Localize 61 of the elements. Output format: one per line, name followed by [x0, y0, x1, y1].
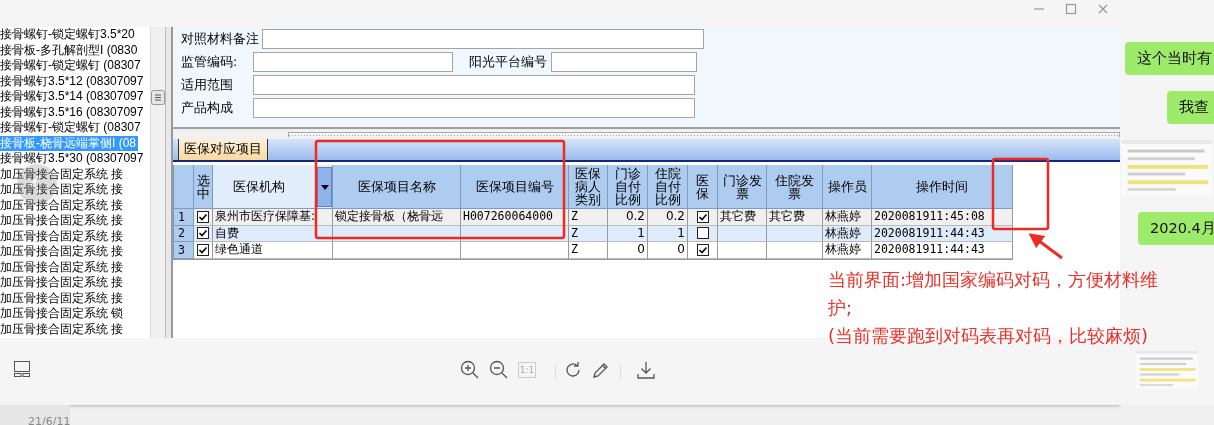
- list-item[interactable]: 加压骨接合固定系统 接: [0, 228, 126, 244]
- list-item[interactable]: 接骨螺钉3.5*12 (08307097: [0, 73, 146, 89]
- table-cell: 0: [608, 242, 648, 259]
- message-bubble[interactable]: 这个当时有: [1125, 42, 1214, 75]
- list-item[interactable]: 加压骨接合固定系统 接: [0, 259, 126, 275]
- column-title: 医保机构: [233, 180, 285, 193]
- table-cell: 2020081911:45:08: [872, 209, 1013, 226]
- list-item[interactable]: 加压骨接合固定系统 接: [0, 182, 126, 198]
- column-header[interactable]: 医保: [688, 165, 718, 209]
- field-label: 适用范围: [180, 76, 234, 94]
- column-header[interactable]: 操作员: [823, 165, 872, 209]
- table-cell: Z: [569, 209, 608, 226]
- table-cell: Z: [569, 242, 608, 259]
- column-header[interactable]: 操作时间: [872, 165, 1013, 209]
- list-item[interactable]: 加压骨接合固定系统 接: [0, 290, 126, 306]
- column-header[interactable]: 住院发票: [767, 165, 823, 209]
- column-header-background[interactable]: 医保机构: [213, 165, 333, 209]
- list-item[interactable]: 加压骨接合固定系统 接: [0, 244, 126, 260]
- list-item[interactable]: 加压骨接合固定系统 接: [0, 321, 126, 337]
- field-label: 监管编码:: [180, 53, 239, 71]
- message-bubble[interactable]: 我查: [1167, 91, 1214, 124]
- list-item[interactable]: 接骨螺钉3.5*30 (08307097: [0, 151, 146, 167]
- list-item[interactable]: 接骨螺钉3.5*16 (08307097: [0, 104, 146, 120]
- tab[interactable]: 医保对应项目: [178, 138, 268, 160]
- table-cell: 0.2: [648, 209, 688, 226]
- column-header[interactable]: 医保病人类别: [569, 165, 608, 209]
- column-header[interactable]: 医保项目名称: [333, 165, 461, 209]
- table-cell: 2020081911:44:43: [872, 242, 1013, 259]
- annotation-note: 当前界面:增加国家编码对码，方便材料维护;: [828, 268, 1160, 320]
- field-label: 产品构成: [180, 99, 234, 117]
- table-cell: 其它费: [767, 209, 823, 226]
- table-cell: 0.2: [608, 209, 648, 226]
- table-cell: 锁定接骨板（桡骨远: [333, 209, 461, 226]
- list-item[interactable]: 接骨螺钉-锁定螺钉3.5*20: [0, 27, 137, 43]
- annotation-note: (当前需要跑到对码表再对码，比较麻烦): [828, 324, 1149, 348]
- table-cell: 绿色通道: [213, 242, 333, 259]
- column-header[interactable]: 门诊发票: [718, 165, 767, 209]
- list-item[interactable]: 接骨螺钉3.5*14 (08307097: [0, 89, 146, 105]
- table-cell: 0: [648, 242, 688, 259]
- list-item[interactable]: 加压骨接合固定系统 接: [0, 166, 126, 182]
- message-bubble[interactable]: 2020.4月: [1138, 211, 1214, 245]
- column-header[interactable]: 医保项目编号: [461, 165, 569, 209]
- list-item[interactable]: 接骨螺钉-锁定螺钉 (08307: [0, 58, 143, 74]
- list-item[interactable]: 加压骨接合固定系统 接: [0, 275, 126, 291]
- row-number: 3: [174, 242, 194, 259]
- table-cell: H007260064000: [461, 209, 569, 226]
- row-number: 1: [174, 209, 194, 226]
- list-item[interactable]: 加压骨接合固定系统 接: [0, 197, 126, 213]
- table-cell: 其它费: [718, 209, 767, 226]
- list-item[interactable]: 加压骨接合固定系统 接: [0, 213, 126, 229]
- column-header[interactable]: 门诊自付比例: [608, 165, 648, 209]
- field-label: 阳光平台编号: [468, 53, 548, 71]
- field-label: 对照材料备注: [180, 30, 260, 48]
- list-item[interactable]: 接骨板-多孔解剖型I (0830: [0, 42, 140, 58]
- table-cell: 林燕婷: [823, 242, 872, 259]
- table-cell: 林燕婷: [823, 209, 872, 226]
- table-cell: 泉州市医疗保障基:: [213, 209, 333, 226]
- column-header[interactable]: 选中: [194, 165, 213, 209]
- list-item[interactable]: 加压骨接合固定系统 锁: [0, 306, 126, 322]
- list-item[interactable]: 接骨螺钉-锁定螺钉 (08307: [0, 120, 143, 136]
- column-header[interactable]: 住院自付比例: [648, 165, 688, 209]
